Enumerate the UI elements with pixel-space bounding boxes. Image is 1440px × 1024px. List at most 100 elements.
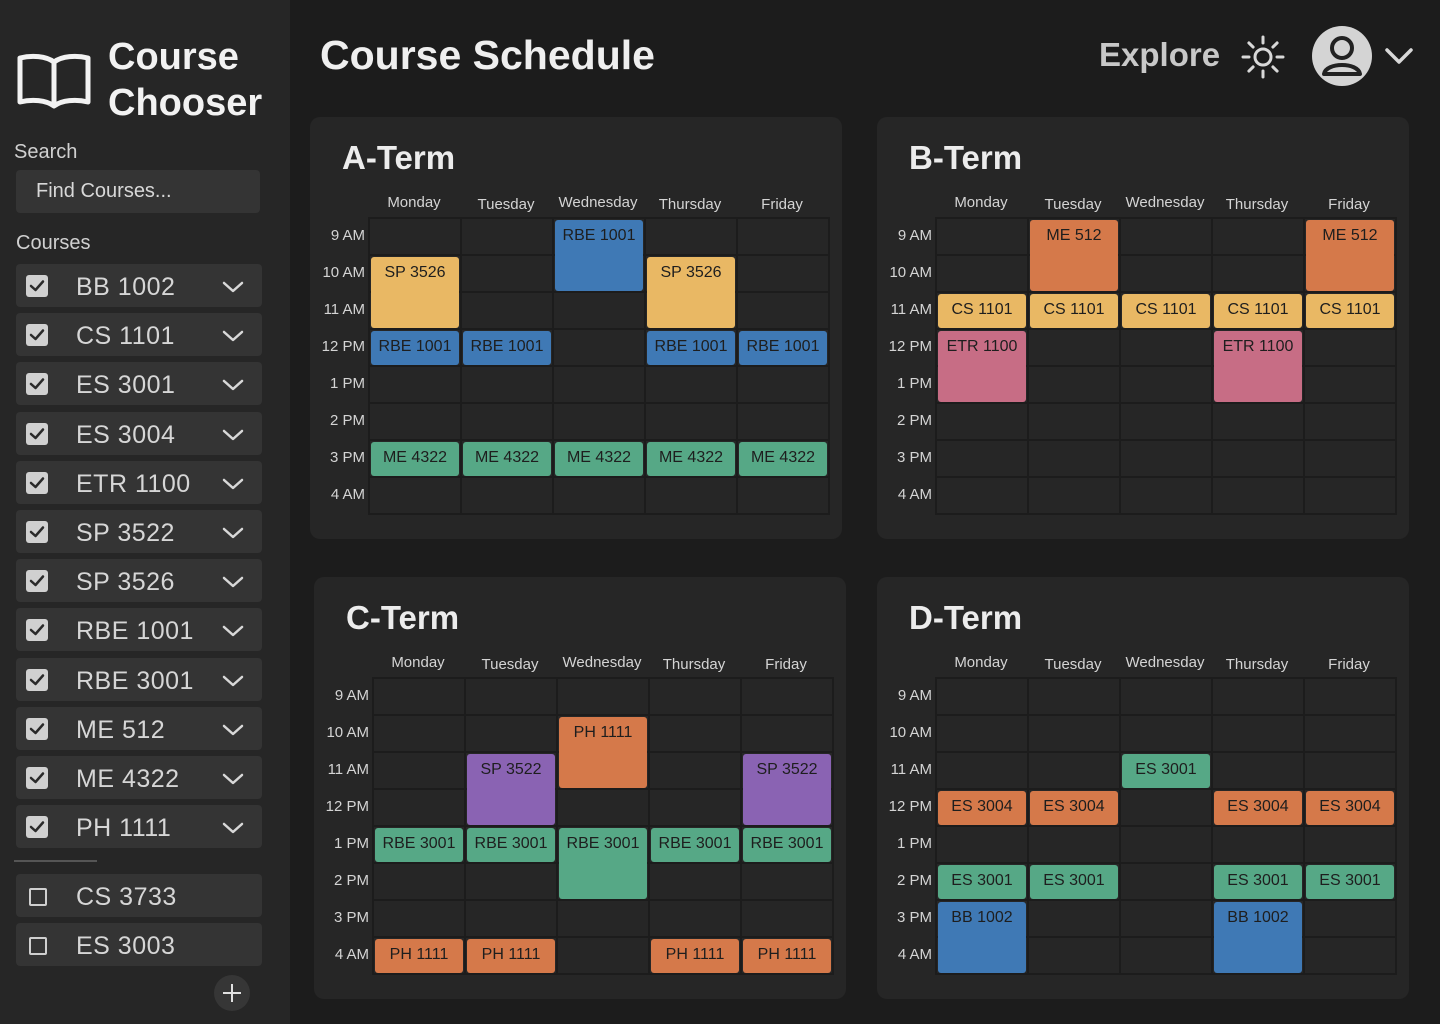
schedule-cell[interactable]: [650, 790, 742, 827]
schedule-cell[interactable]: [462, 367, 554, 404]
course-block[interactable]: ES 3001: [938, 865, 1026, 899]
course-block[interactable]: RBE 1001: [371, 331, 459, 365]
course-item[interactable]: ES 3004: [16, 411, 262, 455]
schedule-cell[interactable]: [738, 219, 830, 256]
schedule-cell[interactable]: [374, 864, 466, 901]
schedule-cell[interactable]: [1121, 901, 1213, 938]
schedule-cell[interactable]: [937, 716, 1029, 753]
course-block[interactable]: CS 1101: [1306, 294, 1394, 328]
course-item[interactable]: SP 3522: [16, 510, 262, 553]
schedule-cell[interactable]: [937, 404, 1029, 441]
schedule-cell[interactable]: [1121, 219, 1213, 256]
course-block[interactable]: RBE 1001: [739, 331, 827, 365]
schedule-cell[interactable]: [1029, 330, 1121, 367]
schedule-cell[interactable]: [558, 938, 650, 975]
schedule-cell[interactable]: [650, 753, 742, 790]
expand-chevron-down-icon[interactable]: [222, 428, 244, 447]
schedule-cell[interactable]: [1121, 790, 1213, 827]
course-item[interactable]: RBE 1001: [16, 608, 262, 652]
schedule-cell[interactable]: [466, 679, 558, 716]
schedule-cell[interactable]: [370, 367, 462, 404]
course-checkbox[interactable]: [26, 275, 48, 297]
course-block[interactable]: RBE 3001: [651, 828, 739, 862]
expand-chevron-down-icon[interactable]: [222, 674, 244, 693]
schedule-cell[interactable]: [738, 256, 830, 293]
course-checkbox[interactable]: [26, 570, 48, 593]
schedule-cell[interactable]: [462, 404, 554, 441]
schedule-cell[interactable]: [650, 679, 742, 716]
schedule-cell[interactable]: [554, 478, 646, 515]
course-block[interactable]: RBE 3001: [467, 828, 555, 862]
schedule-cell[interactable]: [1213, 219, 1305, 256]
course-block[interactable]: ES 3001: [1214, 865, 1302, 899]
expand-chevron-down-icon[interactable]: [222, 526, 244, 545]
course-block[interactable]: ME 4322: [463, 442, 551, 476]
course-block[interactable]: ETR 1100: [938, 331, 1026, 402]
course-block[interactable]: CS 1101: [1122, 294, 1210, 328]
schedule-cell[interactable]: [742, 679, 834, 716]
schedule-cell[interactable]: [1305, 330, 1397, 367]
course-block[interactable]: BB 1002: [938, 902, 1026, 973]
schedule-cell[interactable]: [1213, 256, 1305, 293]
course-item[interactable]: ME 4322: [16, 756, 262, 799]
course-block[interactable]: PH 1111: [651, 939, 739, 973]
schedule-cell[interactable]: [1305, 404, 1397, 441]
theme-toggle-sun-icon[interactable]: [1240, 34, 1286, 85]
course-item[interactable]: CS 1101: [16, 313, 262, 357]
course-block[interactable]: ME 4322: [647, 442, 735, 476]
course-block[interactable]: RBE 1001: [463, 331, 551, 365]
schedule-cell[interactable]: [1305, 367, 1397, 404]
schedule-cell[interactable]: [558, 901, 650, 938]
schedule-cell[interactable]: [374, 716, 466, 753]
schedule-cell[interactable]: [1121, 330, 1213, 367]
course-block[interactable]: PH 1111: [743, 939, 831, 973]
course-checkbox[interactable]: [26, 717, 48, 740]
course-block[interactable]: CS 1101: [1030, 294, 1118, 328]
schedule-cell[interactable]: [554, 293, 646, 330]
schedule-cell[interactable]: [1213, 716, 1305, 753]
course-item[interactable]: CS 3733: [16, 874, 262, 917]
schedule-cell[interactable]: [462, 219, 554, 256]
schedule-cell[interactable]: [1121, 404, 1213, 441]
schedule-cell[interactable]: [1029, 753, 1121, 790]
schedule-cell[interactable]: [738, 367, 830, 404]
schedule-cell[interactable]: [646, 478, 738, 515]
schedule-cell[interactable]: [738, 293, 830, 330]
course-checkbox[interactable]: [26, 767, 48, 789]
schedule-cell[interactable]: [1213, 679, 1305, 716]
schedule-cell[interactable]: [1121, 679, 1213, 716]
schedule-cell[interactable]: [1305, 716, 1397, 753]
schedule-cell[interactable]: [1029, 938, 1121, 975]
course-block[interactable]: SP 3522: [743, 754, 831, 825]
course-block[interactable]: ME 4322: [555, 442, 643, 476]
course-block[interactable]: ES 3004: [1214, 791, 1302, 825]
course-checkbox[interactable]: [26, 471, 48, 494]
schedule-cell[interactable]: [742, 864, 834, 901]
schedule-cell[interactable]: [1121, 367, 1213, 404]
expand-chevron-down-icon[interactable]: [222, 624, 244, 643]
course-block[interactable]: SP 3526: [647, 257, 735, 328]
course-checkbox[interactable]: [26, 422, 48, 445]
course-checkbox[interactable]: [29, 937, 47, 955]
schedule-cell[interactable]: [1305, 441, 1397, 478]
schedule-cell[interactable]: [937, 219, 1029, 256]
expand-chevron-down-icon[interactable]: [222, 477, 244, 496]
schedule-cell[interactable]: [1121, 478, 1213, 515]
schedule-cell[interactable]: [646, 404, 738, 441]
schedule-cell[interactable]: [646, 367, 738, 404]
course-block[interactable]: ES 3004: [1030, 791, 1118, 825]
course-block[interactable]: CS 1101: [1214, 294, 1302, 328]
schedule-cell[interactable]: [937, 256, 1029, 293]
schedule-cell[interactable]: [554, 367, 646, 404]
course-block[interactable]: ME 4322: [739, 442, 827, 476]
course-block[interactable]: ME 512: [1030, 220, 1118, 291]
course-item[interactable]: ETR 1100: [16, 460, 262, 504]
course-block[interactable]: PH 1111: [467, 939, 555, 973]
explore-link[interactable]: Explore: [1099, 36, 1220, 74]
course-block[interactable]: RBE 3001: [743, 828, 831, 862]
course-block[interactable]: ME 512: [1306, 220, 1394, 291]
course-checkbox[interactable]: [26, 668, 48, 691]
expand-chevron-down-icon[interactable]: [222, 575, 244, 594]
expand-chevron-down-icon[interactable]: [222, 329, 244, 348]
course-block[interactable]: ES 3001: [1030, 865, 1118, 899]
